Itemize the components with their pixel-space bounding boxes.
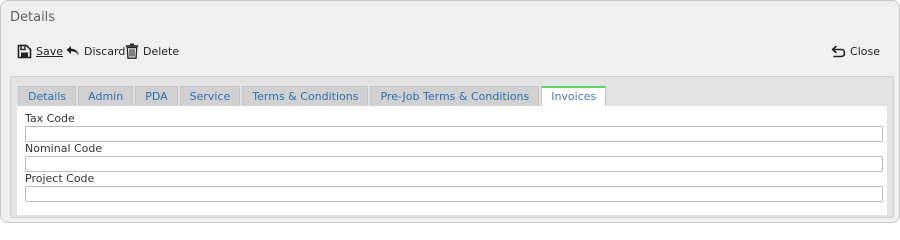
tab-strip: Details Admin PDA Service Terms & Condit… — [18, 86, 607, 106]
nominal-code-label: Nominal Code — [25, 142, 103, 155]
close-label: Close — [850, 44, 880, 58]
discard-button[interactable]: Discard — [66, 42, 125, 60]
save-button[interactable]: Save — [17, 42, 63, 60]
toolbar: Save Discard Delete Close — [17, 42, 880, 60]
tab-invoices[interactable]: Invoices — [541, 86, 607, 106]
tab-terms-conditions[interactable]: Terms & Conditions — [242, 86, 369, 106]
tab-service[interactable]: Service — [179, 86, 241, 106]
undo-arrow-icon — [66, 45, 80, 57]
project-code-input[interactable] — [25, 186, 883, 202]
delete-label: Delete — [143, 44, 180, 58]
tab-pda[interactable]: PDA — [135, 86, 178, 106]
tax-code-input[interactable] — [25, 126, 883, 142]
invoices-tab-content: Tax Code Nominal Code Project Code — [17, 106, 887, 215]
tab-panel: Details Admin PDA Service Terms & Condit… — [10, 76, 894, 218]
save-label: Save — [36, 44, 64, 58]
discard-label: Discard — [84, 44, 126, 58]
tab-admin[interactable]: Admin — [78, 86, 134, 106]
window-title: Details — [10, 10, 56, 25]
details-window: Details Save Discard Delete Close Detail… — [0, 0, 900, 223]
tab-pre-job-terms-conditions[interactable]: Pre-Job Terms & Conditions — [370, 86, 540, 106]
tax-code-label: Tax Code — [25, 112, 75, 125]
trash-icon — [125, 43, 139, 59]
delete-button[interactable]: Delete — [125, 42, 179, 60]
nominal-code-input[interactable] — [25, 156, 883, 172]
save-icon — [17, 44, 32, 59]
close-button[interactable]: Close — [831, 42, 880, 60]
project-code-label: Project Code — [25, 172, 95, 185]
return-arrow-icon — [831, 45, 846, 58]
tab-details[interactable]: Details — [18, 86, 77, 106]
